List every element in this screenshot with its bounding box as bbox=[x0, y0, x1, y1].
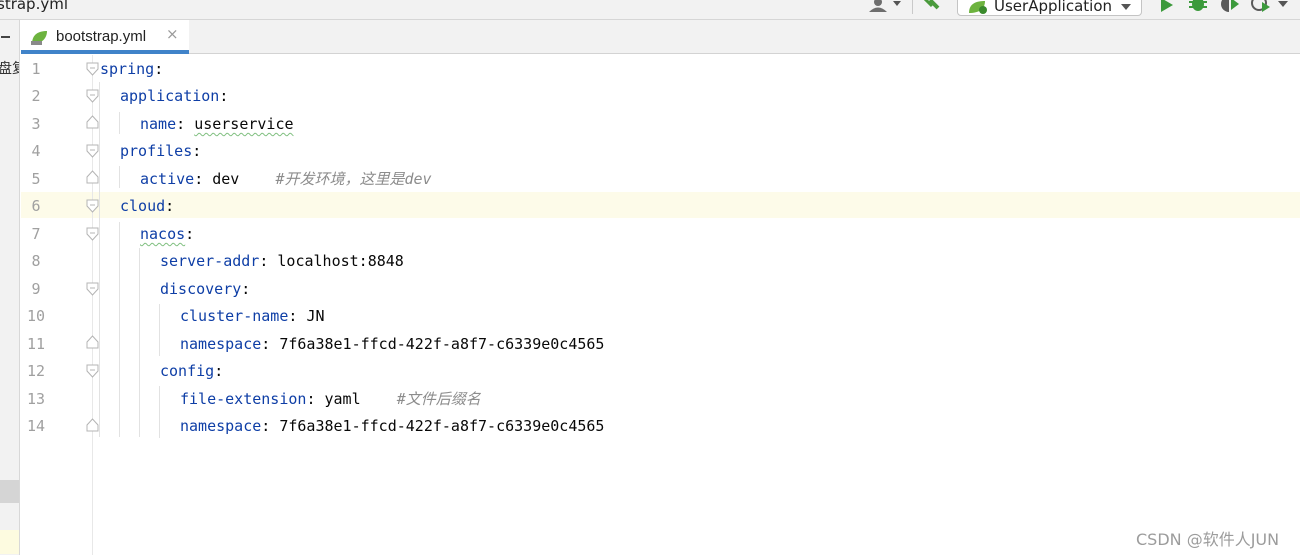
line-number: 3 bbox=[31, 115, 41, 133]
indent-guide bbox=[119, 112, 120, 134]
line-number: 8 bbox=[31, 252, 41, 270]
debug-icon[interactable] bbox=[1186, 0, 1212, 19]
selected-tree-row[interactable] bbox=[0, 480, 19, 503]
window-title-file: strap.yml bbox=[0, 0, 69, 13]
code-line[interactable]: file-extension: yaml #文件后缀名 bbox=[180, 388, 481, 410]
line-number: 7 bbox=[31, 225, 41, 243]
line-number: 10 bbox=[26, 307, 46, 325]
profiler-icon[interactable] bbox=[1250, 0, 1294, 19]
main-toolbar: strap.yml UserApplication bbox=[0, 0, 1300, 20]
fold-end-icon[interactable] bbox=[86, 170, 99, 184]
line-number: 9 bbox=[31, 280, 41, 298]
code-line[interactable]: cloud: bbox=[120, 195, 174, 217]
code-line[interactable]: server-addr: localhost:8848 bbox=[160, 250, 404, 272]
indent-guide bbox=[159, 304, 160, 356]
indent-guide bbox=[159, 386, 160, 438]
fold-open-icon[interactable] bbox=[86, 282, 99, 296]
project-tree-partial-text: 盘复 bbox=[0, 58, 19, 78]
toolbar-separator bbox=[912, 0, 913, 14]
line-number: 13 bbox=[26, 390, 46, 408]
code-line[interactable]: cluster-name: JN bbox=[180, 305, 325, 327]
fold-open-icon[interactable] bbox=[86, 89, 99, 103]
gutter-divider bbox=[92, 55, 93, 555]
collapse-icon[interactable] bbox=[1, 36, 10, 38]
fold-open-icon[interactable] bbox=[86, 364, 99, 378]
code-line[interactable]: config: bbox=[160, 360, 223, 382]
line-number: 1 bbox=[31, 60, 41, 78]
watermark: CSDN @软件人JUN bbox=[1136, 530, 1280, 549]
line-number: 4 bbox=[31, 142, 41, 160]
code-line[interactable]: name: userservice bbox=[140, 113, 294, 135]
yaml-file-icon bbox=[31, 31, 47, 45]
code-line[interactable]: namespace: 7f6a38e1-ffcd-422f-a8f7-c6339… bbox=[180, 415, 604, 437]
editor-tab-bar: bootstrap.yml × bbox=[21, 20, 1300, 54]
code-line[interactable]: profiles: bbox=[120, 140, 201, 162]
indent-guide bbox=[99, 82, 100, 437]
close-icon[interactable]: × bbox=[166, 25, 179, 43]
fold-open-icon[interactable] bbox=[86, 144, 99, 158]
indent-guide bbox=[119, 166, 120, 188]
fold-open-icon[interactable] bbox=[86, 199, 99, 213]
line-number: 12 bbox=[26, 362, 46, 380]
code-line[interactable]: discovery: bbox=[160, 278, 250, 300]
fold-open-icon[interactable] bbox=[86, 227, 99, 241]
project-panel-edge: 盘复 bbox=[0, 20, 20, 555]
indent-guide bbox=[119, 222, 120, 437]
run-icon[interactable] bbox=[1157, 0, 1177, 19]
line-number: 11 bbox=[26, 335, 46, 353]
code-line[interactable]: application: bbox=[120, 85, 228, 107]
line-number: 5 bbox=[31, 170, 41, 188]
fold-end-icon[interactable] bbox=[86, 335, 99, 349]
active-tab-indicator bbox=[21, 50, 189, 54]
highlighted-tree-row bbox=[0, 530, 19, 554]
fold-open-icon[interactable] bbox=[86, 62, 99, 76]
user-icon[interactable] bbox=[866, 0, 906, 19]
line-number: 14 bbox=[26, 417, 46, 435]
code-line[interactable]: namespace: 7f6a38e1-ffcd-422f-a8f7-c6339… bbox=[180, 333, 604, 355]
line-number: 2 bbox=[31, 87, 41, 105]
code-line[interactable]: spring: bbox=[100, 58, 163, 80]
fold-end-icon[interactable] bbox=[86, 418, 99, 432]
yaml-comment: #开发环境，这里是dev bbox=[275, 170, 432, 188]
run-configuration-label: UserApplication bbox=[994, 0, 1113, 15]
chevron-down-icon bbox=[1121, 4, 1131, 10]
yaml-comment: #文件后缀名 bbox=[396, 390, 481, 408]
indent-guide bbox=[139, 248, 140, 437]
caret-line-highlight bbox=[21, 192, 1300, 218]
run-configuration-selector[interactable]: UserApplication bbox=[957, 0, 1142, 16]
fold-end-icon[interactable] bbox=[86, 115, 99, 129]
code-line[interactable]: nacos: bbox=[140, 223, 194, 245]
tab-label: bootstrap.yml bbox=[56, 28, 147, 45]
spring-boot-icon bbox=[969, 1, 987, 14]
coverage-icon[interactable] bbox=[1219, 0, 1241, 19]
hammer-icon[interactable] bbox=[920, 0, 946, 19]
tab-bootstrap-yml[interactable]: bootstrap.yml × bbox=[21, 20, 189, 54]
line-number: 6 bbox=[31, 197, 41, 215]
code-line[interactable]: active: dev #开发环境，这里是dev bbox=[140, 168, 432, 190]
